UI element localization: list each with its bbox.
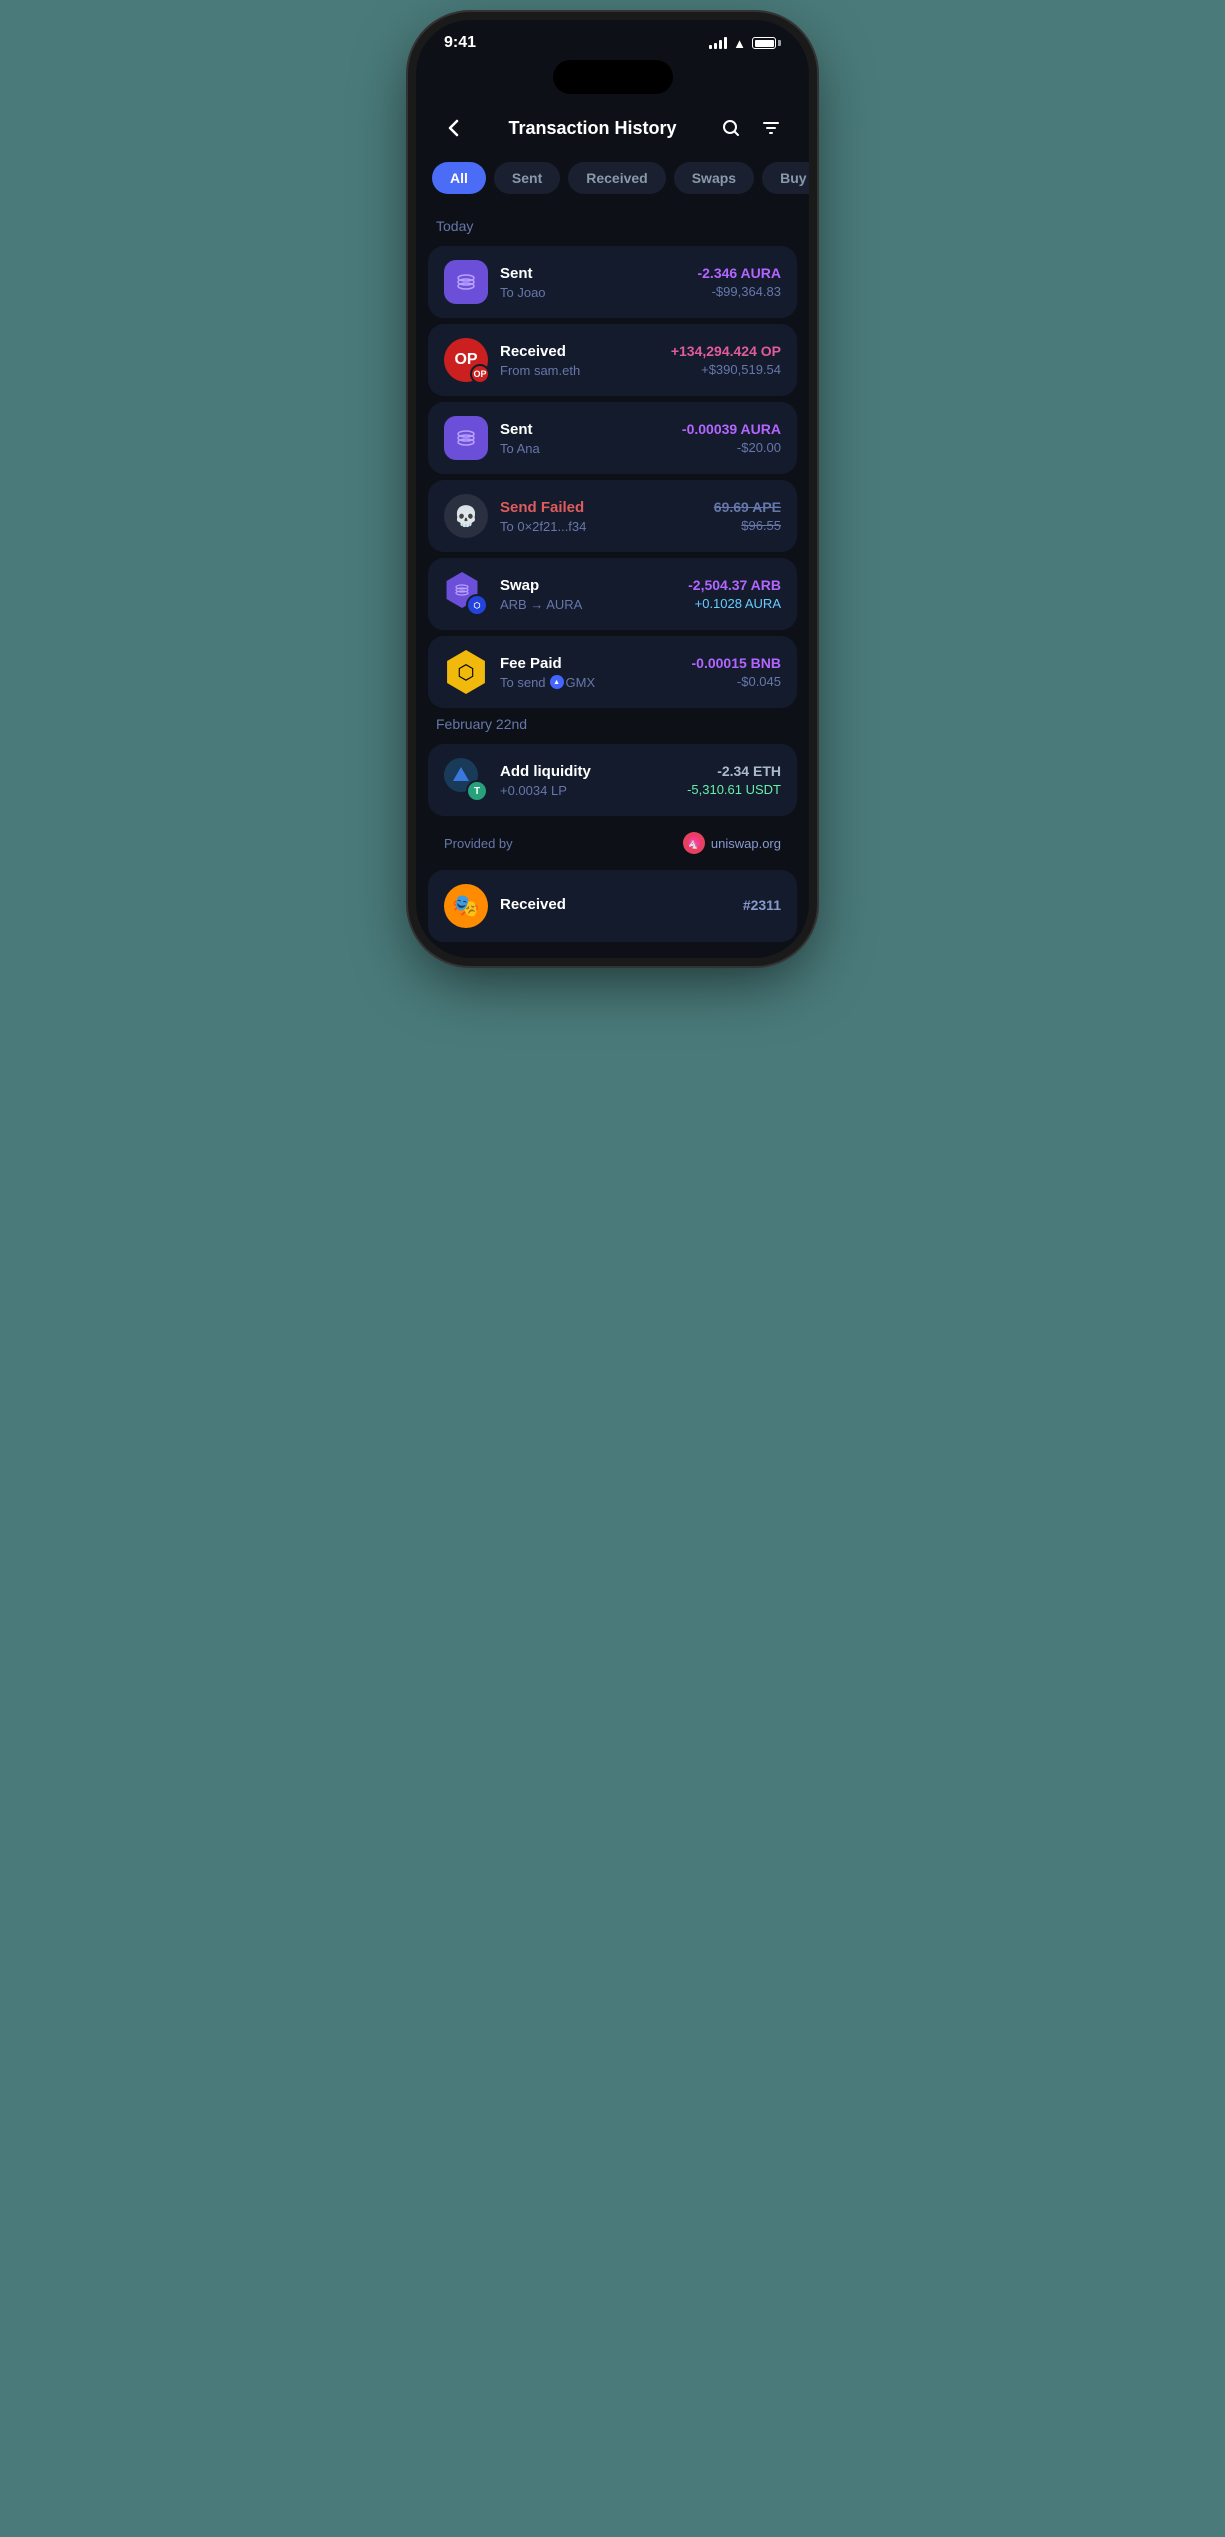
tx-subtitle: ARB → AURA xyxy=(500,597,676,612)
status-bar: 9:41 ▲ xyxy=(416,20,809,60)
tx-send-failed[interactable]: 💀 Send Failed To 0×2f21...f34 69.69 APE … xyxy=(428,480,797,552)
tx-subtitle: To 0×2f21...f34 xyxy=(500,519,702,534)
tx-amounts-swap: -2,504.37 ARB +0.1028 AURA xyxy=(688,577,781,611)
provided-by-row: Provided by 🦄 uniswap.org xyxy=(428,822,797,864)
tx-subtitle: From sam.eth xyxy=(500,363,659,378)
tx-secondary-amount: -$0.045 xyxy=(692,674,782,689)
tab-buy[interactable]: Buy xyxy=(762,162,809,194)
section-feb22: February 22nd xyxy=(416,708,809,744)
tx-title: Swap xyxy=(500,577,676,594)
op-icon: OP OP xyxy=(444,338,488,382)
tx-primary-amount: +134,294.424 OP xyxy=(671,343,781,359)
tx-primary-amount: -0.00039 AURA xyxy=(682,421,781,437)
wifi-icon: ▲ xyxy=(733,36,746,51)
today-transactions: Sent To Joao -2.346 AURA -$99,364.83 OP … xyxy=(416,246,809,708)
filter-tabs: All Sent Received Swaps Buy Se... xyxy=(416,162,809,210)
tx-title: Fee Paid xyxy=(500,655,680,672)
section-today: Today xyxy=(416,210,809,246)
tx-title: Send Failed xyxy=(500,499,702,516)
tx-info-sent-ana: Sent To Ana xyxy=(500,421,670,456)
failed-icon: 💀 xyxy=(444,494,488,538)
status-time: 9:41 xyxy=(444,34,476,52)
tx-info-nft: Received xyxy=(500,896,731,916)
aura-icon-2 xyxy=(444,416,488,460)
tx-info-sent-joao: Sent To Joao xyxy=(500,265,685,300)
tx-amounts-nft: #2311 xyxy=(743,897,781,916)
tab-sent[interactable]: Sent xyxy=(494,162,560,194)
tx-amounts-liquidity: -2.34 ETH -5,310.61 USDT xyxy=(687,763,781,797)
tx-primary-amount: -0.00015 BNB xyxy=(692,655,782,671)
tx-subtitle: To Joao xyxy=(500,285,685,300)
signal-icon xyxy=(709,37,727,49)
tx-amounts-received-sam: +134,294.424 OP +$390,519.54 xyxy=(671,343,781,377)
tx-amounts-failed: 69.69 APE $96.55 xyxy=(714,499,781,533)
tx-title: Add liquidity xyxy=(500,763,675,780)
back-button[interactable] xyxy=(436,110,472,146)
swap-icon: ⬡ xyxy=(444,572,488,616)
status-icons: ▲ xyxy=(709,36,781,51)
tab-received[interactable]: Received xyxy=(568,162,665,194)
tx-secondary-amount: +0.1028 AURA xyxy=(688,596,781,611)
tx-title: Received xyxy=(500,343,659,360)
tx-primary-amount: #2311 xyxy=(743,897,781,913)
nft-icon: 🎭 xyxy=(444,884,488,928)
aura-icon-1 xyxy=(444,260,488,304)
tx-amounts-fee: -0.00015 BNB -$0.045 xyxy=(692,655,782,689)
tx-info-received-sam: Received From sam.eth xyxy=(500,343,659,378)
filter-button[interactable] xyxy=(753,110,789,146)
uniswap-icon: 🦄 xyxy=(683,832,705,854)
tx-swap-arb-aura[interactable]: ⬡ Swap ARB → AURA -2,504.37 ARB +0.1028 … xyxy=(428,558,797,630)
tx-secondary-amount: -$99,364.83 xyxy=(697,284,781,299)
tx-amounts-sent-joao: -2.346 AURA -$99,364.83 xyxy=(697,265,781,299)
gmx-coin-icon: ▲ xyxy=(550,675,564,689)
phone-frame: 9:41 ▲ Transaction History xyxy=(416,20,809,958)
tx-amounts-sent-ana: -0.00039 AURA -$20.00 xyxy=(682,421,781,455)
liquidity-icon: T xyxy=(444,758,488,802)
page-title: Transaction History xyxy=(472,118,713,139)
provided-by-label: Provided by xyxy=(444,836,513,851)
dynamic-island xyxy=(553,60,673,94)
tx-primary-amount: -2,504.37 ARB xyxy=(688,577,781,593)
header-actions xyxy=(713,110,789,146)
tx-secondary-amount: +$390,519.54 xyxy=(671,362,781,377)
tx-sent-joao[interactable]: Sent To Joao -2.346 AURA -$99,364.83 xyxy=(428,246,797,318)
svg-text:🦄: 🦄 xyxy=(688,838,699,849)
tx-title: Received xyxy=(500,896,731,913)
tx-fee-paid[interactable]: ⬡ Fee Paid To send ▲ GMX -0.00015 BNB -$… xyxy=(428,636,797,708)
tx-title: Sent xyxy=(500,421,670,438)
tx-subtitle: +0.0034 LP xyxy=(500,783,675,798)
tx-secondary-amount: -$20.00 xyxy=(682,440,781,455)
tx-secondary-amount: $96.55 xyxy=(714,518,781,533)
tx-sent-ana[interactable]: Sent To Ana -0.00039 AURA -$20.00 xyxy=(428,402,797,474)
tx-info-fee: Fee Paid To send ▲ GMX xyxy=(500,655,680,690)
bnb-icon: ⬡ xyxy=(444,650,488,694)
tab-all[interactable]: All xyxy=(432,162,486,194)
tx-secondary-amount: -5,310.61 USDT xyxy=(687,782,781,797)
tx-subtitle: To Ana xyxy=(500,441,670,456)
tx-subtitle: To send ▲ GMX xyxy=(500,675,680,690)
search-button[interactable] xyxy=(713,110,749,146)
tx-info-liquidity: Add liquidity +0.0034 LP xyxy=(500,763,675,798)
tx-primary-amount: 69.69 APE xyxy=(714,499,781,515)
battery-icon xyxy=(752,37,781,49)
tx-title: Sent xyxy=(500,265,685,282)
tx-primary-amount: -2.346 AURA xyxy=(697,265,781,281)
provided-by-service[interactable]: 🦄 uniswap.org xyxy=(683,832,781,854)
tx-primary-amount: -2.34 ETH xyxy=(687,763,781,779)
tab-swaps[interactable]: Swaps xyxy=(674,162,754,194)
feb22-transactions: T Add liquidity +0.0034 LP -2.34 ETH -5,… xyxy=(416,744,809,816)
service-name: uniswap.org xyxy=(711,836,781,851)
tx-add-liquidity[interactable]: T Add liquidity +0.0034 LP -2.34 ETH -5,… xyxy=(428,744,797,816)
tx-info-failed: Send Failed To 0×2f21...f34 xyxy=(500,499,702,534)
tx-received-nft[interactable]: 🎭 Received #2311 xyxy=(428,870,797,942)
tx-info-swap: Swap ARB → AURA xyxy=(500,577,676,612)
tx-received-sam[interactable]: OP OP Received From sam.eth +134,294.424… xyxy=(428,324,797,396)
header: Transaction History xyxy=(416,98,809,162)
